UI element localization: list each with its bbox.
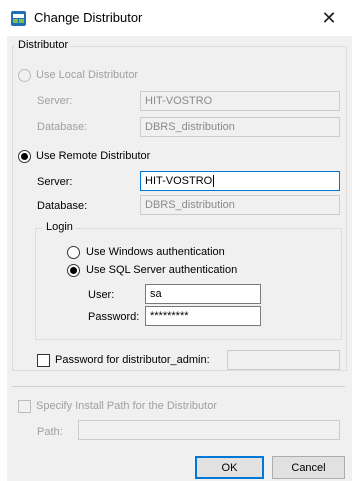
use-local-distributor-label: Use Local Distributor <box>36 69 139 81</box>
close-icon: ✕ <box>321 7 337 28</box>
local-server-field[interactable]: HIT-VOSTRO <box>140 91 340 111</box>
remote-server-input[interactable]: HIT-VOSTRO <box>140 171 340 191</box>
login-group-legend: Login <box>43 221 76 233</box>
path-label: Path: <box>37 426 63 438</box>
title-bar: Change Distributor ✕ <box>0 0 352 36</box>
use-remote-distributor-radio[interactable] <box>18 150 31 163</box>
remote-server-label: Server: <box>37 176 73 188</box>
admin-password-label: Password for distributor_admin: <box>55 354 210 366</box>
remote-server-value: HIT-VOSTRO <box>145 175 213 187</box>
dialog-body: Distributor Use Local Distributor Server… <box>7 36 352 481</box>
window-title: Change Distributor <box>34 10 143 25</box>
password-input[interactable]: ********* <box>145 306 261 326</box>
sql-auth-radio[interactable] <box>67 264 80 277</box>
text-caret <box>213 175 215 188</box>
windows-auth-radio[interactable] <box>67 246 80 259</box>
path-field[interactable] <box>78 420 340 440</box>
distributor-app-icon <box>11 11 26 26</box>
install-path-checkbox[interactable] <box>18 400 31 413</box>
user-input[interactable]: sa <box>145 284 261 304</box>
distributor-group-legend: Distributor <box>15 39 72 51</box>
ok-button[interactable]: OK <box>195 456 264 479</box>
use-remote-distributor-label: Use Remote Distributor <box>36 150 151 162</box>
remote-database-field[interactable]: DBRS_distribution <box>140 195 340 215</box>
remote-database-label: Database: <box>37 200 88 212</box>
use-local-distributor-radio[interactable] <box>18 69 31 82</box>
sql-auth-label: Use SQL Server authentication <box>86 264 238 276</box>
admin-password-checkbox[interactable] <box>37 354 50 367</box>
password-label: Password: <box>88 311 140 323</box>
windows-auth-label: Use Windows authentication <box>86 246 225 258</box>
user-label: User: <box>88 289 115 301</box>
local-database-field[interactable]: DBRS_distribution <box>140 117 340 137</box>
local-database-label: Database: <box>37 121 88 133</box>
divider <box>12 386 345 387</box>
local-server-label: Server: <box>37 95 73 107</box>
close-button[interactable]: ✕ <box>306 0 352 36</box>
cancel-button[interactable]: Cancel <box>272 456 345 479</box>
install-path-label: Specify Install Path for the Distributor <box>36 400 217 412</box>
admin-password-field[interactable] <box>227 350 340 370</box>
